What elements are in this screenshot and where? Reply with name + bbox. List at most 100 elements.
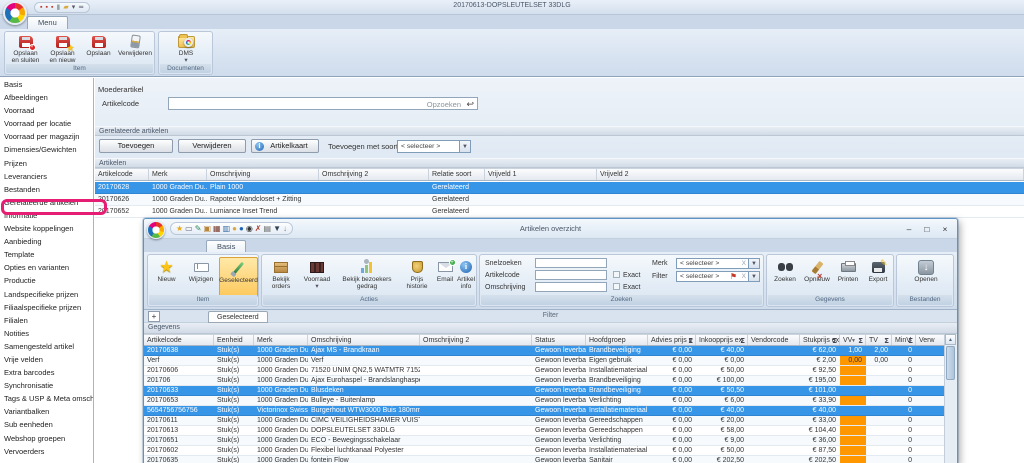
table-cell[interactable]: 1000 Graden Du.. (254, 356, 308, 365)
table-cell[interactable]: Gewoon leverba.. (532, 446, 586, 455)
column-header[interactable]: Artikelcode (95, 169, 149, 180)
table-cell[interactable] (420, 426, 532, 435)
table-cell[interactable]: Gereedschappen (586, 426, 648, 435)
table-cell[interactable]: 1000 Graden Du.. (149, 194, 207, 205)
table-cell[interactable] (420, 416, 532, 425)
table-cell[interactable]: Verf (308, 356, 420, 365)
table-cell[interactable]: Verf (144, 356, 214, 365)
table-cell[interactable]: 1000 Graden Du.. (254, 436, 308, 445)
table-cell[interactable]: € 0,00 (648, 416, 696, 425)
table-cell[interactable]: 20170638 (144, 346, 214, 355)
table-cell[interactable] (866, 406, 892, 415)
table-cell[interactable] (916, 386, 945, 395)
table-cell[interactable]: 20170635 (144, 456, 214, 463)
sidebar-item[interactable]: Voorraad (0, 104, 93, 117)
opnieuw-button[interactable]: × Opnieuw (801, 257, 833, 297)
sidebar-item[interactable]: Synchronisatie (0, 379, 93, 392)
sum-sigma-icon[interactable]: Σ (908, 337, 913, 345)
table-cell[interactable]: Gerelateerd (429, 206, 485, 217)
table-row[interactable]: 20170602Stuk(s)1000 Graden Du..Flexibel … (144, 446, 945, 456)
table-cell[interactable]: Plain 1000 (207, 182, 319, 193)
table-row[interactable]: 20170606Stuk(s)1000 Graden Du..71520 UNI… (144, 366, 945, 376)
table-cell[interactable]: Gewoon leverba.. (532, 406, 586, 415)
lookup-arrow-icon[interactable]: ↩ (466, 99, 474, 110)
table-cell[interactable]: € 0,00 (648, 426, 696, 435)
table-cell[interactable]: Brandbeveiliging (586, 346, 648, 355)
chevron-down-icon[interactable]: ▼ (748, 272, 759, 281)
table-cell[interactable]: Verlichting (586, 436, 648, 445)
table-cell[interactable]: 0 (892, 456, 916, 463)
sidebar-item[interactable]: Extra barcodes (0, 366, 93, 379)
table-cell[interactable]: 1000 Graden Du.. (254, 346, 308, 355)
table-cell[interactable] (319, 194, 429, 205)
column-header[interactable]: Status (532, 335, 586, 345)
table-cell[interactable]: 1000 Graden Du.. (254, 376, 308, 385)
table-cell[interactable]: € 0,00 (648, 376, 696, 385)
clear-merk-icon[interactable]: X (742, 260, 746, 267)
zoeken-button[interactable]: Zoeken (770, 257, 800, 297)
table-cell[interactable] (420, 456, 532, 463)
table-cell[interactable]: 71520 UNIM QN2,5 WATMTR 71520 (308, 366, 420, 375)
vertical-scrollbar[interactable]: ▲ (944, 334, 956, 463)
table-row[interactable]: 20170653Stuk(s)1000 Graden Du..Bulleye -… (144, 396, 945, 406)
openen-button[interactable]: ↓ Openen (906, 257, 946, 297)
table-cell[interactable]: 1000 Graden Du.. (254, 416, 308, 425)
table-cell[interactable]: Stuk(s) (214, 366, 254, 375)
table-cell[interactable]: € 101,00 (800, 386, 840, 395)
maximize-button[interactable]: □ (919, 222, 935, 235)
table-cell[interactable]: 0 (892, 416, 916, 425)
artikelcode-lookup-input[interactable]: Opzoeken ↩ (168, 97, 478, 110)
voorraad-button[interactable]: Voorraad ▾ (300, 257, 334, 297)
table-cell[interactable] (840, 406, 866, 415)
prijs-historie-button[interactable]: Prijs historie (400, 257, 434, 297)
table-cell[interactable]: Stuk(s) (214, 416, 254, 425)
sidebar-item[interactable]: Basis (0, 78, 93, 91)
sidebar-item[interactable]: Sub eenheden (0, 418, 93, 431)
sidebar-item[interactable]: Template (0, 248, 93, 261)
sidebar-item[interactable]: Informatie (0, 209, 93, 222)
table-cell[interactable]: Eigen gebruik (586, 356, 648, 365)
table-cell[interactable] (866, 456, 892, 463)
table-cell[interactable] (748, 386, 800, 395)
table-cell[interactable]: Gereedschappen (586, 416, 648, 425)
table-cell[interactable]: Installatiemateriaal (586, 406, 648, 415)
table-cell[interactable]: € 0,00 (648, 366, 696, 375)
printen-button[interactable]: Printen (833, 257, 863, 297)
soort-select-combo[interactable]: < selecteer > ▼ (397, 140, 471, 153)
table-cell[interactable]: Gewoon leverba.. (532, 356, 586, 365)
column-header[interactable]: Eenheid (214, 335, 254, 345)
table-cell[interactable] (866, 416, 892, 425)
table-cell[interactable] (866, 386, 892, 395)
table-cell[interactable] (840, 436, 866, 445)
table-cell[interactable] (420, 436, 532, 445)
table-cell[interactable]: € 50,00 (696, 446, 748, 455)
table-cell[interactable]: Stuk(s) (214, 386, 254, 395)
column-header[interactable]: Relatie soort (429, 169, 485, 180)
table-cell[interactable] (420, 356, 532, 365)
table-cell[interactable]: Flexibel luchtkanaal Polyester (308, 446, 420, 455)
sidebar-item[interactable]: Vervoerders (0, 445, 93, 458)
sum-sigma-icon[interactable]: Σ (832, 337, 837, 345)
column-header[interactable]: Verw (916, 335, 945, 345)
opslaan-en-nieuw-button[interactable]: ★ Opslaan en nieuw (45, 34, 80, 65)
table-cell[interactable]: Burgerhout WTW3000 Buis 180mm.. (308, 406, 420, 415)
bekijk-orders-button[interactable]: Bekijk orders (264, 257, 298, 297)
table-cell[interactable] (916, 456, 945, 463)
column-header[interactable]: Omschrijving 2 (420, 335, 532, 345)
column-header[interactable]: Advies prijs eΣ (648, 335, 696, 345)
opslaan-button[interactable]: Opslaan (82, 34, 115, 65)
table-cell[interactable]: € 0,00 (696, 356, 748, 365)
table-cell[interactable]: Gewoon leverba.. (532, 346, 586, 355)
table-cell[interactable]: 0 (892, 376, 916, 385)
table-cell[interactable]: Stuk(s) (214, 356, 254, 365)
table-cell[interactable]: € 2,00 (800, 356, 840, 365)
column-header[interactable]: Hoofdgroep (586, 335, 648, 345)
table-cell[interactable]: Gewoon leverba.. (532, 436, 586, 445)
table-cell[interactable]: 0 (892, 356, 916, 365)
table-cell[interactable]: € 33,90 (800, 396, 840, 405)
sidebar-item[interactable]: Gerelateerde artikelen (0, 196, 93, 209)
table-cell[interactable] (840, 376, 866, 385)
sidebar-item[interactable]: Voorraad per magazijn (0, 130, 93, 143)
sidebar-item[interactable]: Website koppelingen (0, 222, 93, 235)
table-cell[interactable]: 20170652 (95, 206, 149, 217)
